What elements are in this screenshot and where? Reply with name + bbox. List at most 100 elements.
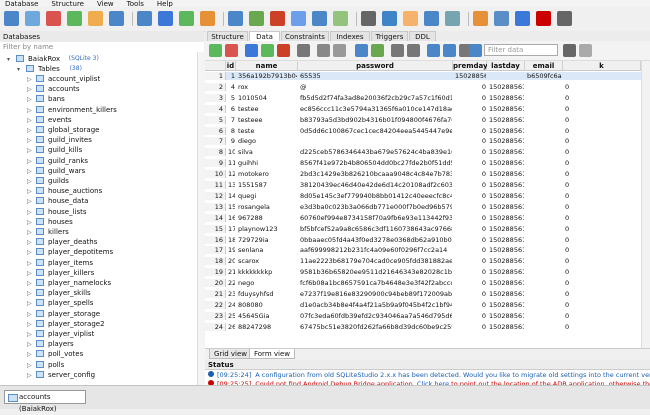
tree-table-houses[interactable]: ▷ houses <box>0 217 197 227</box>
commit-icon[interactable] <box>245 44 258 57</box>
table-cell[interactable]: 9 <box>228 137 235 145</box>
tab-triggers[interactable]: Triggers <box>371 31 408 41</box>
table-cell[interactable] <box>527 148 562 156</box>
table-cell[interactable]: 1 <box>228 72 235 80</box>
table-cell[interactable]: 0 <box>455 83 486 91</box>
column-header-id[interactable]: id <box>226 61 236 71</box>
expand-arrow-icon[interactable]: ▷ <box>27 168 32 175</box>
expand-arrow-icon[interactable]: ▷ <box>27 249 32 256</box>
tab-data[interactable]: Data <box>249 31 280 41</box>
table-cell[interactable] <box>489 72 524 80</box>
index-icon[interactable] <box>228 11 243 26</box>
tree-tables-folder[interactable]: ▾ Tables (38) <box>0 64 197 74</box>
tree-table-bans[interactable]: ▷ bans <box>0 94 197 104</box>
table-cell[interactable]: 967288 <box>238 214 297 222</box>
expand-arrow-icon[interactable]: ▷ <box>27 137 32 144</box>
row-number[interactable]: 1 <box>205 72 226 80</box>
table-cell[interactable]: 1502885618 <box>489 181 524 189</box>
table-cell[interactable]: d225ceb5786346443ba679e57624c4ba839e109b <box>300 148 452 156</box>
table-cell[interactable]: 0 <box>565 94 640 102</box>
table-cell[interactable]: 1502885618 <box>489 312 524 320</box>
table-cell[interactable]: 356a192b7913b04c54574d18c28d46e6395428ab <box>238 72 297 80</box>
table-cell[interactable]: 38120439ec46d40e42de6d14c20108adf2c60312 <box>300 181 452 189</box>
expand-arrow-icon[interactable]: ▷ <box>27 321 32 328</box>
table-cell[interactable]: 11 <box>228 159 235 167</box>
table-cell[interactable]: 0 <box>455 225 486 233</box>
table-cell[interactable]: 1502885618 <box>489 105 524 113</box>
table-cell[interactable]: fduysyhfsd <box>238 290 297 298</box>
expand-arrow-icon[interactable]: ▷ <box>27 188 32 195</box>
table-cell[interactable]: 24 <box>228 301 235 309</box>
table-cell[interactable] <box>527 257 562 265</box>
expand-arrow-icon[interactable]: ▷ <box>27 331 32 338</box>
table-cell[interactable] <box>527 192 562 200</box>
table-cell[interactable]: b6509fc6ab0dcd2cf120 <box>527 72 562 80</box>
row-number[interactable]: 4 <box>205 104 226 113</box>
column-header-k[interactable]: k <box>563 61 641 71</box>
table-cell[interactable] <box>527 170 562 178</box>
table-cell[interactable] <box>527 159 562 167</box>
table-cell[interactable]: 4 <box>228 83 235 91</box>
table-cell[interactable]: 0 <box>565 268 640 276</box>
column-header-premdays[interactable]: premdays <box>453 61 492 71</box>
tab-ddl[interactable]: DDL <box>409 31 436 41</box>
table-cell[interactable]: 88247298 <box>238 323 297 331</box>
tree-table-player-items[interactable]: ▷ player_items <box>0 258 197 268</box>
tree-table-poll-votes[interactable]: ▷ poll_votes <box>0 349 197 359</box>
remove-db-icon[interactable] <box>46 11 61 26</box>
tree-table-events[interactable]: ▷ events <box>0 115 197 125</box>
tree-table-environment-killers[interactable]: ▷ environment_killers <box>0 105 197 115</box>
row-number[interactable]: 20 <box>205 279 226 288</box>
table-cell[interactable]: 0 <box>455 323 486 331</box>
add-db-icon[interactable] <box>67 11 82 26</box>
expand-arrow-icon[interactable]: ▷ <box>27 86 32 93</box>
table-cell[interactable] <box>527 105 562 113</box>
table-cell[interactable]: teste <box>238 127 297 135</box>
table-cell[interactable]: guihhi <box>238 159 297 167</box>
table-cell[interactable]: 0 <box>455 312 486 320</box>
row-number[interactable]: 2 <box>205 82 226 91</box>
table-cell[interactable]: 45645Gia <box>238 312 297 320</box>
table-cell[interactable]: 808080 <box>238 301 297 309</box>
tree-table-player-storage[interactable]: ▷ player_storage <box>0 309 197 319</box>
row-number[interactable]: 3 <box>205 93 226 102</box>
trigger-icon[interactable] <box>291 11 306 26</box>
table-cell[interactable] <box>527 279 562 287</box>
table-cell[interactable]: 6 <box>228 105 235 113</box>
tree-table-killers[interactable]: ▷ killers <box>0 227 197 237</box>
disconnect-icon[interactable] <box>25 11 40 26</box>
row-number[interactable]: 16 <box>205 235 226 244</box>
table-cell[interactable]: 16 <box>228 214 235 222</box>
table-cell[interactable] <box>527 225 562 233</box>
table-cell[interactable]: 1502885618 <box>489 290 524 298</box>
table-cell[interactable]: 0 <box>455 301 486 309</box>
table-cell[interactable]: 8 <box>228 127 235 135</box>
table-cell[interactable]: 18 <box>228 236 235 244</box>
table-cell[interactable]: 0 <box>455 105 486 113</box>
tab-form-view[interactable]: Form view <box>249 349 295 359</box>
table-cell[interactable]: quegi <box>238 192 297 200</box>
table-cell[interactable]: nego <box>238 279 297 287</box>
function-icon[interactable] <box>424 11 439 26</box>
table-cell[interactable]: 07fc3eda60fdb39efd2c934046aa7a546d795d64 <box>300 312 452 320</box>
tree-table-players[interactable]: ▷ players <box>0 339 197 349</box>
expand-arrow-icon[interactable]: ▾ <box>7 56 10 63</box>
add-index-icon[interactable] <box>249 11 264 26</box>
edit-table-icon[interactable] <box>179 11 194 26</box>
table-cell[interactable]: 0 <box>455 192 486 200</box>
refresh-grid-icon[interactable] <box>209 44 222 57</box>
window-tile-icon[interactable] <box>473 11 488 26</box>
table-cell[interactable]: 0 <box>455 214 486 222</box>
table-cell[interactable]: 0 <box>565 323 640 331</box>
data-grid[interactable]: id name password premdays lastday email k 1 1 356… <box>205 61 641 348</box>
tree-table-server-config[interactable]: ▷ server_config <box>0 370 197 380</box>
row-number[interactable]: 8 <box>205 148 226 157</box>
table-cell[interactable]: 12 <box>228 170 235 178</box>
table-cell[interactable]: 0 <box>565 148 640 156</box>
tab-indexes[interactable]: Indexes <box>330 31 370 41</box>
table-cell[interactable]: 0 <box>455 137 486 145</box>
export-icon[interactable] <box>443 44 456 57</box>
tree-table-player-storage2[interactable]: ▷ player_storage2 <box>0 319 197 329</box>
table-cell[interactable] <box>527 323 562 331</box>
tree-table-house-auctions[interactable]: ▷ house_auctions <box>0 186 197 196</box>
